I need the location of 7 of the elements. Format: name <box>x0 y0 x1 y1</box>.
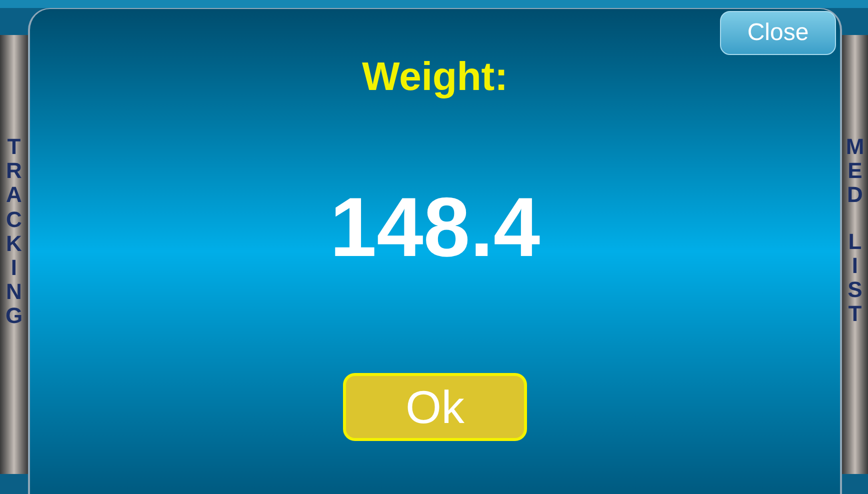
med-list-label: LIST <box>847 230 863 326</box>
dialog-title: Weight: <box>362 57 508 97</box>
side-panel[interactable]: MED LIST <box>842 35 868 474</box>
side-panel[interactable]: TRACKING <box>0 35 28 474</box>
med-list-label: MED <box>847 135 863 208</box>
tracking-label: TRACKING <box>6 135 22 330</box>
weight-value: 148.4 <box>330 185 540 269</box>
